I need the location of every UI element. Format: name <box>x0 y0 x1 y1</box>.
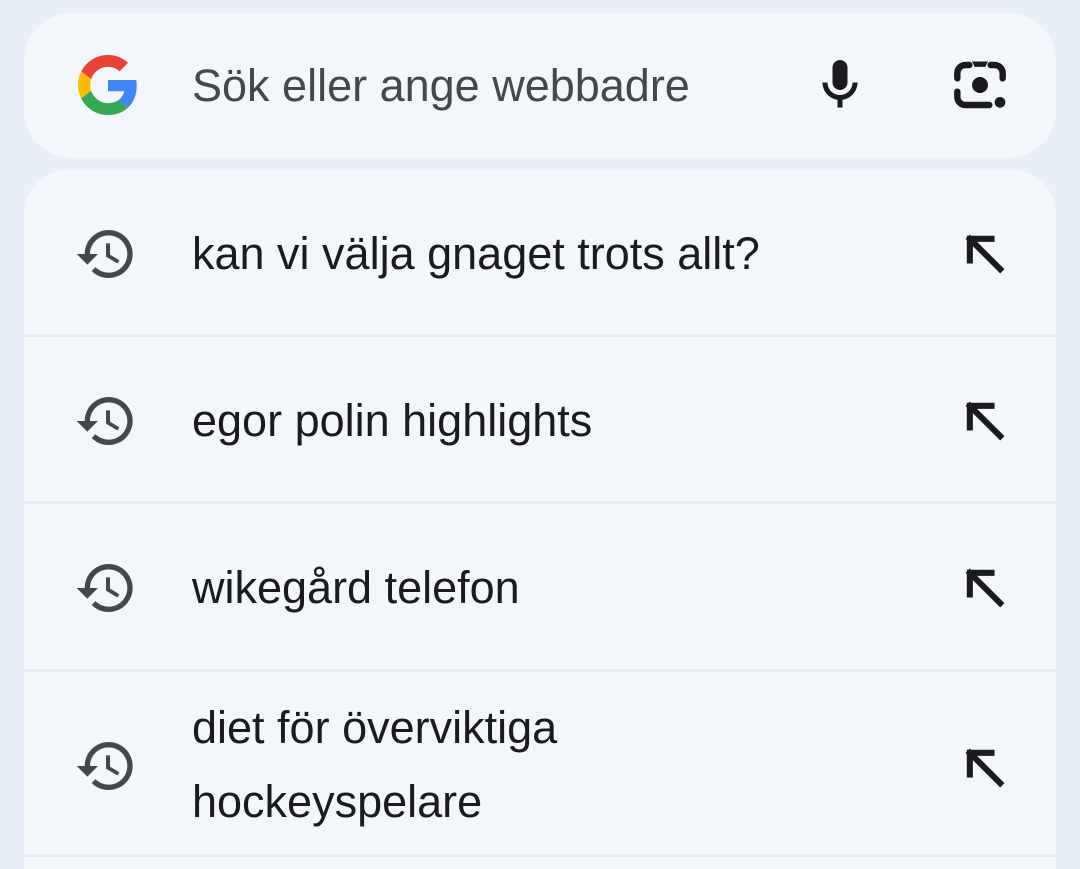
history-icon <box>76 230 133 279</box>
google-g-icon <box>78 55 137 115</box>
google-lens-icon[interactable] <box>948 53 1012 117</box>
page: kan vi välja gnaget trots allt? egor pol… <box>0 0 1080 869</box>
arrow-up-left-icon[interactable] <box>959 395 1011 447</box>
suggestion-text: diet för överviktiga hockeyspelare <box>192 702 558 827</box>
suggestion-item[interactable]: egor polin highlights <box>24 337 1056 504</box>
suggestion-text: kan vi välja gnaget trots allt? <box>192 228 760 279</box>
history-icon <box>76 742 133 790</box>
suggestion-item[interactable]: wikegård telefon <box>24 504 1056 672</box>
history-icon <box>76 397 133 446</box>
suggestion-item[interactable]: kan vi välja gnaget trots allt? <box>24 170 1056 337</box>
divider <box>24 854 1056 857</box>
suggestion-text: wikegård telefon <box>192 562 520 613</box>
search-bar[interactable] <box>24 13 1056 158</box>
search-input[interactable] <box>192 53 772 119</box>
history-icon <box>76 564 133 612</box>
mic-icon[interactable] <box>810 55 870 115</box>
arrow-up-left-icon[interactable] <box>959 562 1011 614</box>
arrow-up-left-icon[interactable] <box>959 742 1011 794</box>
arrow-up-left-icon[interactable] <box>959 228 1011 280</box>
suggestion-list: kan vi välja gnaget trots allt? egor pol… <box>24 170 1056 869</box>
suggestion-item[interactable]: diet för överviktiga hockeyspelare <box>24 672 1056 857</box>
suggestion-text: egor polin highlights <box>192 395 593 446</box>
